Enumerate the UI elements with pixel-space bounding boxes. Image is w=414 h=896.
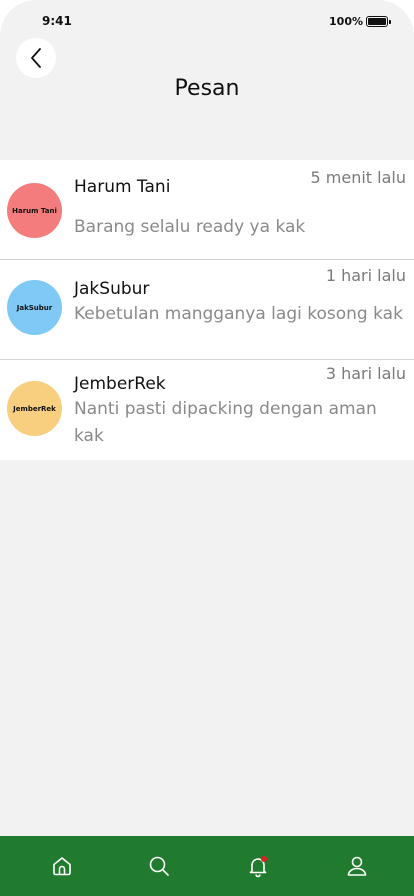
back-button[interactable] — [16, 38, 56, 78]
avatar-label: JemberRek — [13, 404, 56, 413]
status-right: 100% — [329, 15, 391, 28]
search-icon — [149, 856, 169, 876]
page-title: Pesan — [174, 76, 240, 101]
message-time: 1 hari lalu — [325, 266, 406, 285]
bell-icon — [249, 856, 267, 878]
nav-home[interactable] — [49, 853, 75, 879]
phone-screen: 9:41 100% Pesan Harum Tani Harum Tani 5 … — [0, 0, 414, 896]
sender-name: JemberRek — [74, 374, 166, 394]
avatar-label: Harum Tani — [12, 206, 57, 215]
message-preview: Nanti pasti dipacking dengan aman kak — [74, 399, 377, 446]
nav-notifications[interactable] — [245, 853, 271, 879]
avatar: Harum Tani — [7, 183, 62, 238]
sender-name: Harum Tani — [74, 177, 171, 197]
avatar: JemberRek — [7, 381, 62, 436]
battery-icon — [366, 16, 391, 27]
message-row-jaksubur[interactable]: JakSubur JakSubur 1 hari lalu Kebetulan … — [0, 260, 414, 360]
notification-dot — [261, 856, 267, 862]
user-icon — [347, 856, 367, 876]
home-icon — [53, 857, 71, 876]
avatar: JakSubur — [7, 280, 62, 335]
message-time: 5 menit lalu — [310, 168, 406, 187]
status-time: 9:41 — [42, 14, 72, 28]
nav-search[interactable] — [146, 853, 172, 879]
message-list: Harum Tani Harum Tani 5 menit lalu Baran… — [0, 160, 414, 460]
chevron-left-icon — [31, 48, 41, 68]
message-row-harum-tani[interactable]: Harum Tani Harum Tani 5 menit lalu Baran… — [0, 160, 414, 260]
message-preview: Barang selalu ready ya kak — [74, 217, 306, 237]
message-row-jemberrek[interactable]: JemberRek JemberRek 3 hari lalu Nanti pa… — [0, 360, 414, 460]
message-time: 3 hari lalu — [325, 364, 406, 383]
status-bar: 9:41 100% — [0, 0, 414, 40]
bottom-nav — [0, 836, 414, 896]
message-preview: Kebetulan mangganya lagi kosong kak — [74, 304, 403, 324]
nav-profile[interactable] — [344, 853, 370, 879]
avatar-label: JakSubur — [16, 303, 53, 312]
battery-percentage: 100% — [329, 15, 363, 28]
sender-name: JakSubur — [74, 279, 150, 299]
